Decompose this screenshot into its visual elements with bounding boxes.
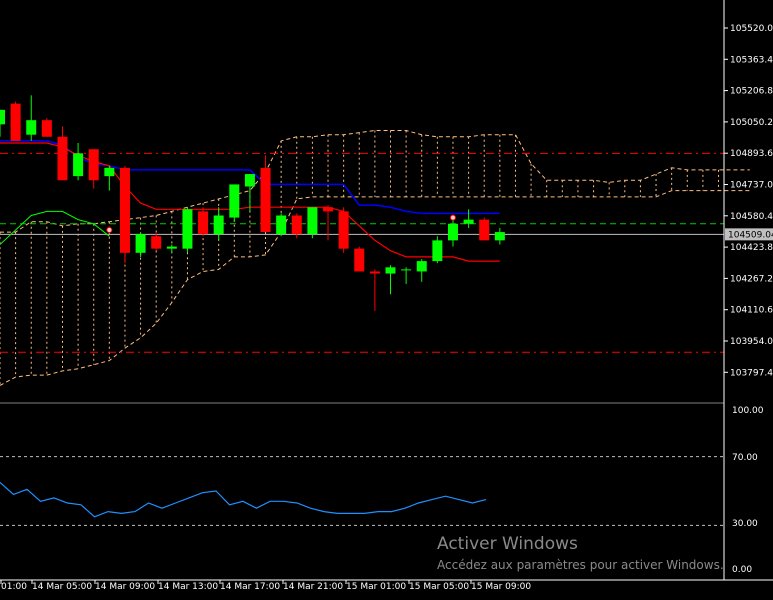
candle-body bbox=[432, 240, 443, 262]
time-tick-label: 14 Mar 13:00 bbox=[158, 582, 218, 592]
candle-body bbox=[244, 174, 255, 187]
candle-body bbox=[369, 271, 380, 274]
candle-body bbox=[166, 246, 177, 249]
time-tick-label: 01:00 bbox=[1, 582, 27, 592]
oscillator-tick-label: 70.00 bbox=[732, 453, 758, 463]
time-tick-label: 14 Mar 05:00 bbox=[32, 582, 92, 592]
candle-body bbox=[463, 219, 474, 224]
candle-body bbox=[119, 167, 130, 253]
candle-body bbox=[494, 232, 505, 241]
candle-body bbox=[213, 215, 224, 235]
oscillator-line bbox=[0, 481, 487, 518]
time-tick-label: 14 Mar 09:00 bbox=[95, 582, 155, 592]
candle-body bbox=[354, 248, 365, 272]
candle-body bbox=[307, 207, 318, 235]
candle-body bbox=[26, 120, 37, 135]
time-tick-label: 15 Mar 01:00 bbox=[346, 582, 406, 592]
chikou-span-line bbox=[0, 210, 110, 245]
oscillator-panel bbox=[0, 402, 724, 526]
time-tick-label: 14 Mar 17:00 bbox=[220, 582, 280, 592]
oscillator-tick-label: 0.00 bbox=[732, 565, 752, 575]
candle-body bbox=[385, 267, 396, 274]
price-tick-label: 105050.21 bbox=[730, 118, 773, 128]
candle-body bbox=[229, 184, 240, 218]
time-tick-label: 14 Mar 21:00 bbox=[283, 582, 343, 592]
price-tick-label: 104893.61 bbox=[730, 149, 773, 159]
price-tick-label: 103797.41 bbox=[730, 368, 773, 378]
signal-marker bbox=[106, 227, 113, 234]
candle-body bbox=[323, 207, 334, 212]
price-tick-label: 104110.61 bbox=[730, 306, 773, 316]
candle-body bbox=[135, 234, 146, 253]
time-tick-label: 15 Mar 09:00 bbox=[471, 582, 531, 592]
price-tick-label: 104267.21 bbox=[730, 274, 773, 284]
candle-body bbox=[416, 261, 427, 272]
candle-body bbox=[401, 269, 412, 271]
candle-body bbox=[182, 209, 193, 249]
candle-body bbox=[276, 215, 287, 235]
candle-body bbox=[104, 167, 115, 177]
candles bbox=[0, 95, 505, 311]
candle-body bbox=[73, 153, 84, 177]
price-tick-label: 105363.41 bbox=[730, 55, 773, 65]
price-tick-label: 104580.41 bbox=[730, 212, 773, 222]
candle-body bbox=[151, 236, 162, 249]
candle-body bbox=[198, 211, 209, 235]
candle-body bbox=[10, 103, 21, 141]
candle-body bbox=[57, 136, 68, 181]
signal-marker bbox=[449, 214, 456, 221]
watermark-title: Activer Windows bbox=[437, 534, 578, 554]
candle-body bbox=[447, 223, 458, 241]
candle-body bbox=[88, 149, 99, 181]
current-price-label: 104509.04 bbox=[728, 230, 773, 240]
price-tick-label: 104423.81 bbox=[730, 243, 773, 253]
axes: 105520.01 105363.41 105206.81 105050.21 1048… bbox=[0, 0, 773, 592]
candle-body bbox=[479, 219, 490, 241]
oscillator-tick-label: 100.00 bbox=[732, 406, 764, 416]
price-tick-label: 105206.81 bbox=[730, 87, 773, 97]
candle-body bbox=[41, 120, 52, 137]
candle-body bbox=[338, 211, 349, 249]
watermark-subtitle: Accédez aux paramètres pour activer Wind… bbox=[437, 558, 724, 572]
price-tick-label: 105520.01 bbox=[730, 24, 773, 34]
candle-body bbox=[0, 109, 5, 125]
oscillator-tick-label: 30.00 bbox=[732, 519, 758, 529]
candle-body bbox=[260, 167, 271, 233]
price-chart[interactable]: 105520.01 105363.41 105206.81 105050.21 1048… bbox=[0, 0, 773, 600]
time-tick-label: 15 Mar 05:00 bbox=[409, 582, 469, 592]
candle-body bbox=[291, 215, 302, 235]
price-tick-label: 103954.01 bbox=[730, 337, 773, 347]
price-tick-label: 104737.01 bbox=[730, 181, 773, 191]
